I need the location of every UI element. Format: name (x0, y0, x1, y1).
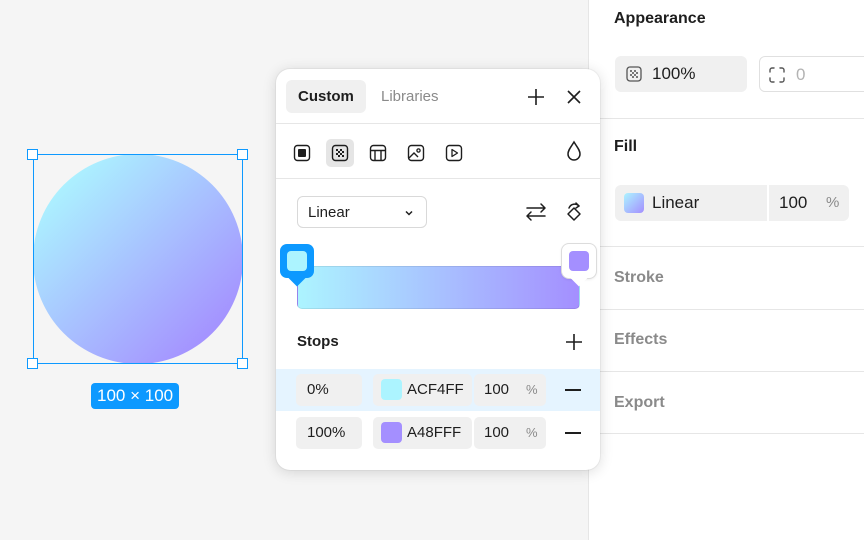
layer-opacity-field[interactable]: 100% (615, 56, 747, 92)
stop-position-value: 100% (307, 424, 345, 441)
divider (589, 433, 864, 434)
field-separator (767, 185, 769, 221)
stop-color-field[interactable]: ACF4FF (373, 374, 472, 406)
add-stop-plus-icon[interactable] (562, 330, 586, 354)
stop-hex-value: A48FFF (407, 424, 461, 441)
image-paint-icon (407, 144, 425, 162)
gradient-paint-button[interactable] (326, 139, 354, 167)
opacity-icon (625, 65, 643, 83)
tab-custom[interactable]: Custom (286, 80, 366, 113)
fill-opacity-unit: % (826, 194, 839, 211)
gradient-type-label: Linear (308, 204, 350, 221)
fill-title: Fill (614, 138, 637, 156)
close-icon[interactable] (562, 85, 586, 109)
stop-opacity-value: 100 (484, 424, 509, 441)
stop-opacity-unit: % (526, 382, 538, 397)
tab-libraries[interactable]: Libraries (369, 80, 451, 113)
pattern-paint-icon (369, 144, 387, 162)
effects-title[interactable]: Effects (614, 331, 667, 349)
stop-color-swatch[interactable] (381, 379, 402, 400)
stop-color-chip (287, 251, 307, 271)
chevron-down-icon (403, 207, 415, 219)
stop-opacity-field[interactable]: 100 % (474, 374, 546, 406)
stop-row[interactable]: 100% A48FFF 100 % (276, 412, 600, 454)
divider (589, 309, 864, 310)
divider (276, 178, 600, 179)
remove-stop-minus-icon[interactable] (565, 389, 581, 391)
corner-radius-icon (768, 66, 786, 84)
stop-position-field[interactable]: 100% (296, 417, 362, 449)
fill-type-label: Linear (652, 193, 699, 213)
stop-color-field[interactable]: A48FFF (373, 417, 472, 449)
stop-opacity-value: 100 (484, 381, 509, 398)
image-paint-button[interactable] (402, 139, 430, 167)
rotate-gradient-icon[interactable] (562, 200, 586, 224)
size-badge: 100 × 100 (91, 383, 179, 409)
resize-handle-bottom-left[interactable] (27, 358, 38, 369)
video-paint-button[interactable] (440, 139, 468, 167)
fill-swatch[interactable] (624, 193, 644, 213)
swap-stops-icon[interactable] (524, 200, 548, 224)
stroke-title[interactable]: Stroke (614, 269, 664, 287)
plus-icon[interactable] (524, 85, 548, 109)
divider (589, 246, 864, 247)
export-title[interactable]: Export (614, 394, 665, 412)
divider (589, 371, 864, 372)
color-picker-popup: Custom Libraries (276, 69, 600, 470)
gradient-stop-handle[interactable] (562, 244, 596, 278)
divider (276, 123, 600, 124)
resize-handle-top-left[interactable] (27, 149, 38, 160)
stops-title: Stops (297, 333, 339, 350)
drop-icon[interactable] (562, 139, 586, 163)
corner-radius-field[interactable]: 0 (759, 56, 864, 92)
stop-hex-value: ACF4FF (407, 381, 464, 398)
selection-box (33, 154, 243, 364)
gradient-preview-bar[interactable] (297, 266, 580, 309)
corner-radius-value: 0 (796, 65, 805, 85)
remove-stop-minus-icon[interactable] (565, 432, 581, 434)
solid-paint-icon (293, 144, 311, 162)
appearance-title: Appearance (614, 10, 706, 28)
fill-row[interactable]: Linear 100 % (615, 185, 849, 221)
pattern-paint-button[interactable] (364, 139, 392, 167)
stop-position-field[interactable]: 0% (296, 374, 362, 406)
divider (589, 118, 864, 119)
solid-paint-button[interactable] (288, 139, 316, 167)
gradient-type-select[interactable]: Linear (297, 196, 427, 228)
properties-panel: Appearance 100% 0 Fill Linear 100 % Stro… (588, 0, 864, 540)
stop-color-swatch[interactable] (381, 422, 402, 443)
resize-handle-bottom-right[interactable] (237, 358, 248, 369)
stop-position-value: 0% (307, 381, 329, 398)
gradient-paint-icon (331, 144, 349, 162)
gradient-stop-handle[interactable] (280, 244, 314, 278)
video-paint-icon (445, 144, 463, 162)
stop-opacity-field[interactable]: 100 % (474, 417, 546, 449)
fill-opacity-value[interactable]: 100 (779, 193, 807, 213)
layer-opacity-value: 100% (652, 64, 695, 84)
stop-opacity-unit: % (526, 425, 538, 440)
stop-color-chip (569, 251, 589, 271)
resize-handle-top-right[interactable] (237, 149, 248, 160)
stop-row[interactable]: 0% ACF4FF 100 % (276, 369, 600, 411)
